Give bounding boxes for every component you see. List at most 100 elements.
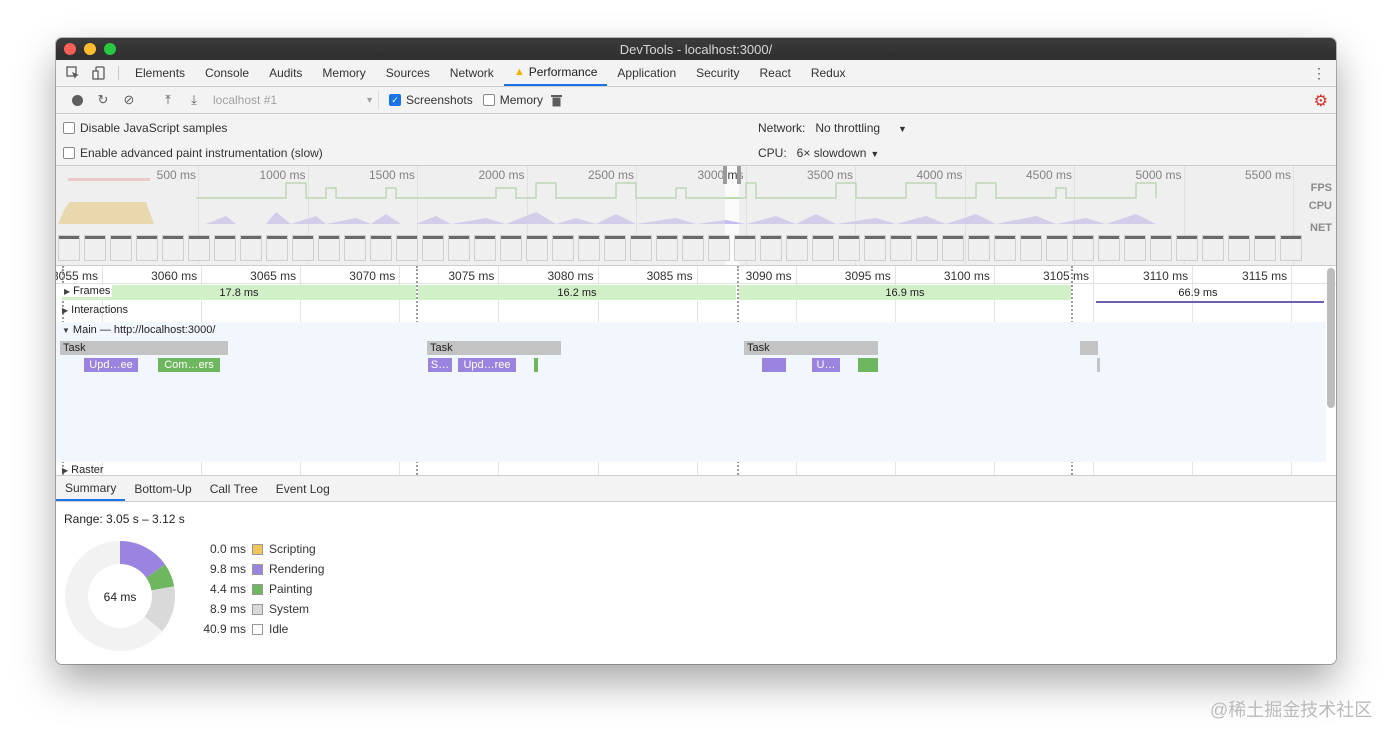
interactions-track-header[interactable]: ▶ Interactions [62,304,128,316]
screenshot-thumbnail[interactable] [968,235,990,261]
frames-track-header[interactable]: ▶ Frames [62,285,113,297]
screenshot-thumbnail[interactable] [162,235,184,261]
tab-network[interactable]: Network [440,60,504,86]
screenshot-thumbnail[interactable] [188,235,210,261]
reload-button[interactable]: ↻ [90,92,116,108]
screenshot-thumbnail[interactable] [1254,235,1276,261]
screenshot-thumbnail[interactable] [448,235,470,261]
inspect-element-icon[interactable] [60,60,86,86]
screenshot-thumbnail[interactable] [240,235,262,261]
rendering-event[interactable]: S… [428,358,452,372]
screenshot-thumbnail[interactable] [1020,235,1042,261]
screenshot-thumbnail[interactable] [1150,235,1172,261]
painting-event[interactable] [534,358,538,372]
screenshot-thumbnail[interactable] [58,235,80,261]
rendering-event[interactable]: Upd…ee [84,358,138,372]
tab-memory[interactable]: Memory [312,60,375,86]
timeline-overview[interactable]: 500 ms 1000 ms 1500 ms 2000 ms 2500 ms 3000 m… [56,166,1336,266]
screenshot-thumbnail[interactable] [578,235,600,261]
tab-console[interactable]: Console [195,60,259,86]
frame-block[interactable]: 16.2 ms [418,285,736,300]
painting-event[interactable] [858,358,878,372]
screenshot-thumbnail[interactable] [526,235,548,261]
screenshot-thumbnail[interactable] [266,235,288,261]
screenshot-thumbnail[interactable] [422,235,444,261]
screenshot-thumbnail[interactable] [552,235,574,261]
screenshot-thumbnail[interactable] [500,235,522,261]
network-throttling-select[interactable]: No throttling ▼ [815,121,907,135]
screenshot-thumbnail[interactable] [812,235,834,261]
screenshot-thumbnail[interactable] [656,235,678,261]
tab-sources[interactable]: Sources [376,60,440,86]
selection-start-handle[interactable] [723,166,727,184]
screenshot-thumbnail[interactable] [1124,235,1146,261]
device-toolbar-icon[interactable] [86,60,112,86]
frame-block[interactable]: 66.9 ms [1073,285,1323,300]
screenshot-thumbnail[interactable] [916,235,938,261]
screenshot-thumbnail[interactable] [734,235,756,261]
tab-bottom-up[interactable]: Bottom-Up [125,476,200,501]
tab-elements[interactable]: Elements [125,60,195,86]
tab-redux[interactable]: Redux [801,60,856,86]
main-track-header[interactable]: ▼ Main — http://localhost:3000/ [62,324,215,336]
screenshot-thumbnail[interactable] [838,235,860,261]
more-options-icon[interactable]: ⋮ [1312,65,1326,82]
clear-button[interactable]: ⊘ [116,92,142,108]
screenshot-thumbnail[interactable] [1046,235,1068,261]
tab-event-log[interactable]: Event Log [267,476,339,501]
screenshot-thumbnail[interactable] [136,235,158,261]
tab-application[interactable]: Application [607,60,686,86]
screenshot-thumbnail[interactable] [318,235,340,261]
screenshot-thumbnail[interactable] [110,235,132,261]
screenshot-thumbnail[interactable] [604,235,626,261]
task-event[interactable] [1097,358,1100,372]
rendering-event[interactable]: Upd…ree [458,358,516,372]
screenshot-thumbnail[interactable] [682,235,704,261]
screenshot-thumbnail[interactable] [1072,235,1094,261]
screenshot-thumbnail[interactable] [84,235,106,261]
memory-checkbox[interactable]: Memory [482,93,543,107]
screenshots-checkbox[interactable]: ✓ Screenshots [389,93,473,107]
screenshot-thumbnail[interactable] [1228,235,1250,261]
task-event[interactable] [1080,341,1098,355]
screenshot-thumbnail[interactable] [760,235,782,261]
screenshot-thumbnail[interactable] [942,235,964,261]
task-event[interactable]: Task [60,341,228,355]
flame-chart-scrollbar[interactable] [1327,268,1335,408]
screenshot-thumbnail[interactable] [292,235,314,261]
screenshot-thumbnail[interactable] [1098,235,1120,261]
screenshot-thumbnail[interactable] [1202,235,1224,261]
collect-garbage-button[interactable] [543,94,569,107]
screenshot-thumbnail[interactable] [474,235,496,261]
task-event[interactable]: Task [744,341,878,355]
close-window-button[interactable] [64,43,76,55]
flame-chart[interactable]: 3055 ms 3060 ms 3065 ms 3070 ms 3075 ms 3080 … [56,266,1336,476]
screenshot-thumbnail[interactable] [630,235,652,261]
tab-call-tree[interactable]: Call Tree [201,476,267,501]
frame-block[interactable]: 16.9 ms [739,285,1071,300]
tab-summary[interactable]: Summary [56,476,126,501]
rendering-event[interactable]: U… [812,358,840,372]
rendering-event[interactable] [762,358,786,372]
load-profile-button[interactable]: ⤒ [155,92,181,108]
tab-performance[interactable]: ▲ Performance [503,60,608,86]
selection-end-handle[interactable] [737,166,741,184]
painting-event[interactable]: Com…ers [158,358,220,372]
cpu-throttling-select[interactable]: 6× slowdown ▼ [797,146,880,160]
record-button[interactable] [64,94,90,106]
task-event[interactable]: Task [427,341,561,355]
screenshot-thumbnail[interactable] [396,235,418,261]
screenshot-thumbnail[interactable] [708,235,730,261]
disable-js-samples-checkbox[interactable]: Disable JavaScript samples [63,121,227,135]
screenshot-thumbnail[interactable] [864,235,886,261]
frame-block[interactable]: 17.8 ms [62,285,416,300]
screenshot-thumbnail[interactable] [890,235,912,261]
screenshot-thumbnail[interactable] [344,235,366,261]
tab-security[interactable]: Security [686,60,749,86]
screenshot-thumbnail[interactable] [1176,235,1198,261]
minimize-window-button[interactable] [84,43,96,55]
zoom-window-button[interactable] [104,43,116,55]
screenshot-thumbnail[interactable] [370,235,392,261]
screenshot-thumbnail[interactable] [786,235,808,261]
tab-react[interactable]: React [749,60,800,86]
